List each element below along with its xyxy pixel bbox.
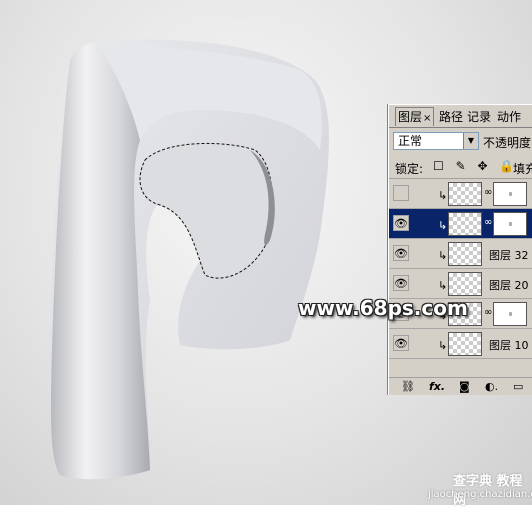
eye-icon: 👁 [394,217,408,230]
chain-link-icon[interactable]: ∞ [484,217,492,228]
clip-arrow-icon: ↳ [438,249,448,262]
clip-arrow-icon: ↳ [438,279,448,292]
tab-actions-label: 动作 [497,110,522,124]
blend-mode-value: 正常 [398,134,423,148]
tab-paths-label: 路径 [439,110,464,124]
footer-site-url: jiaocheng.chazidian.com [428,489,532,500]
layer-row[interactable]: 👁 ↳ 图层 10 [389,329,532,359]
blend-row: 正常 ▼ 不透明度 [389,130,532,154]
fill-label: 填充 [513,162,532,176]
lock-label: 锁定: [395,162,424,176]
layer-name[interactable]: 图层 32 [489,247,529,263]
blend-mode-select[interactable]: 正常 ▼ [393,132,479,150]
layer-name[interactable]: 图层 10 [489,337,529,353]
chain-link-icon[interactable]: ∞ [484,307,492,318]
lock-row: 锁定: ☐ ✎ ✥ 🔒 填充 [389,156,532,179]
layer-thumbnail[interactable] [448,332,482,356]
layers-panel: 图层× 路径 记录 动作 正常 ▼ 不透明度 锁定: ☐ ✎ ✥ 🔒 填充 👁 … [388,104,532,395]
link-icon[interactable]: ⛓ [401,380,415,393]
layer-thumbnail[interactable] [448,212,482,236]
eye-icon: 👁 [394,277,408,290]
layer-thumbnail[interactable] [448,272,482,296]
tab-actions[interactable]: 动作 [497,108,521,126]
lock-icons[interactable]: ☐ ✎ ✥ 🔒 [433,159,518,173]
tab-history-label: 记录 [467,110,492,124]
layer-row[interactable]: 👁 ↳ 图层 20 [389,269,532,299]
visibility-toggle[interactable]: 👁 [393,215,409,231]
visibility-toggle[interactable]: 👁 [393,275,409,291]
tab-history[interactable]: 记录 [467,108,491,126]
layer-mask-thumbnail[interactable] [493,212,527,236]
panel-tabbar: 图层× 路径 记录 动作 [389,105,532,128]
layer-mask-thumbnail[interactable] [493,302,527,326]
panel-bottom-toolbar: ⛓ fx. ◙ ◐. ▭ [389,377,532,395]
clip-arrow-icon: ↳ [438,339,448,352]
layer-thumbnail[interactable] [448,242,482,266]
visibility-toggle[interactable]: 👁 [393,185,409,201]
layer-thumbnail[interactable] [448,182,482,206]
layer-name[interactable]: 图层 20 [489,277,529,293]
mask-icon[interactable]: ◙ [459,380,470,393]
layer-list: 👁 ↳ ∞ 👁 ↳ ∞ 👁 ↳ 图层 32 👁 ↳ 图层 20 👁 ↳ [389,179,532,375]
clip-arrow-icon: ↳ [438,189,448,202]
layer-mask-thumbnail[interactable] [493,182,527,206]
visibility-toggle[interactable]: 👁 [393,335,409,351]
watermark-text: www.68ps.com [298,296,468,320]
tab-layers-label: 图层 [398,110,423,124]
eye-icon: 👁 [394,247,408,260]
visibility-toggle[interactable]: 👁 [393,245,409,261]
eye-icon: 👁 [394,337,408,350]
layer-row-selected[interactable]: 👁 ↳ ∞ [389,209,532,239]
tab-close-icon[interactable]: × [423,113,431,124]
chevron-down-icon[interactable]: ▼ [463,133,478,149]
fx-icon[interactable]: fx. [429,380,445,393]
chain-link-icon[interactable]: ∞ [484,187,492,198]
tab-layers[interactable]: 图层× [395,107,435,126]
clip-arrow-icon: ↳ [438,219,448,232]
opacity-label: 不透明度 [483,136,532,150]
tab-paths[interactable]: 路径 [439,108,463,126]
layer-row[interactable]: 👁 ↳ ∞ [389,179,532,209]
adjustment-icon[interactable]: ◐. [485,380,498,393]
layer-row[interactable]: 👁 ↳ 图层 32 [389,239,532,269]
folder-icon[interactable]: ▭ [513,380,523,393]
